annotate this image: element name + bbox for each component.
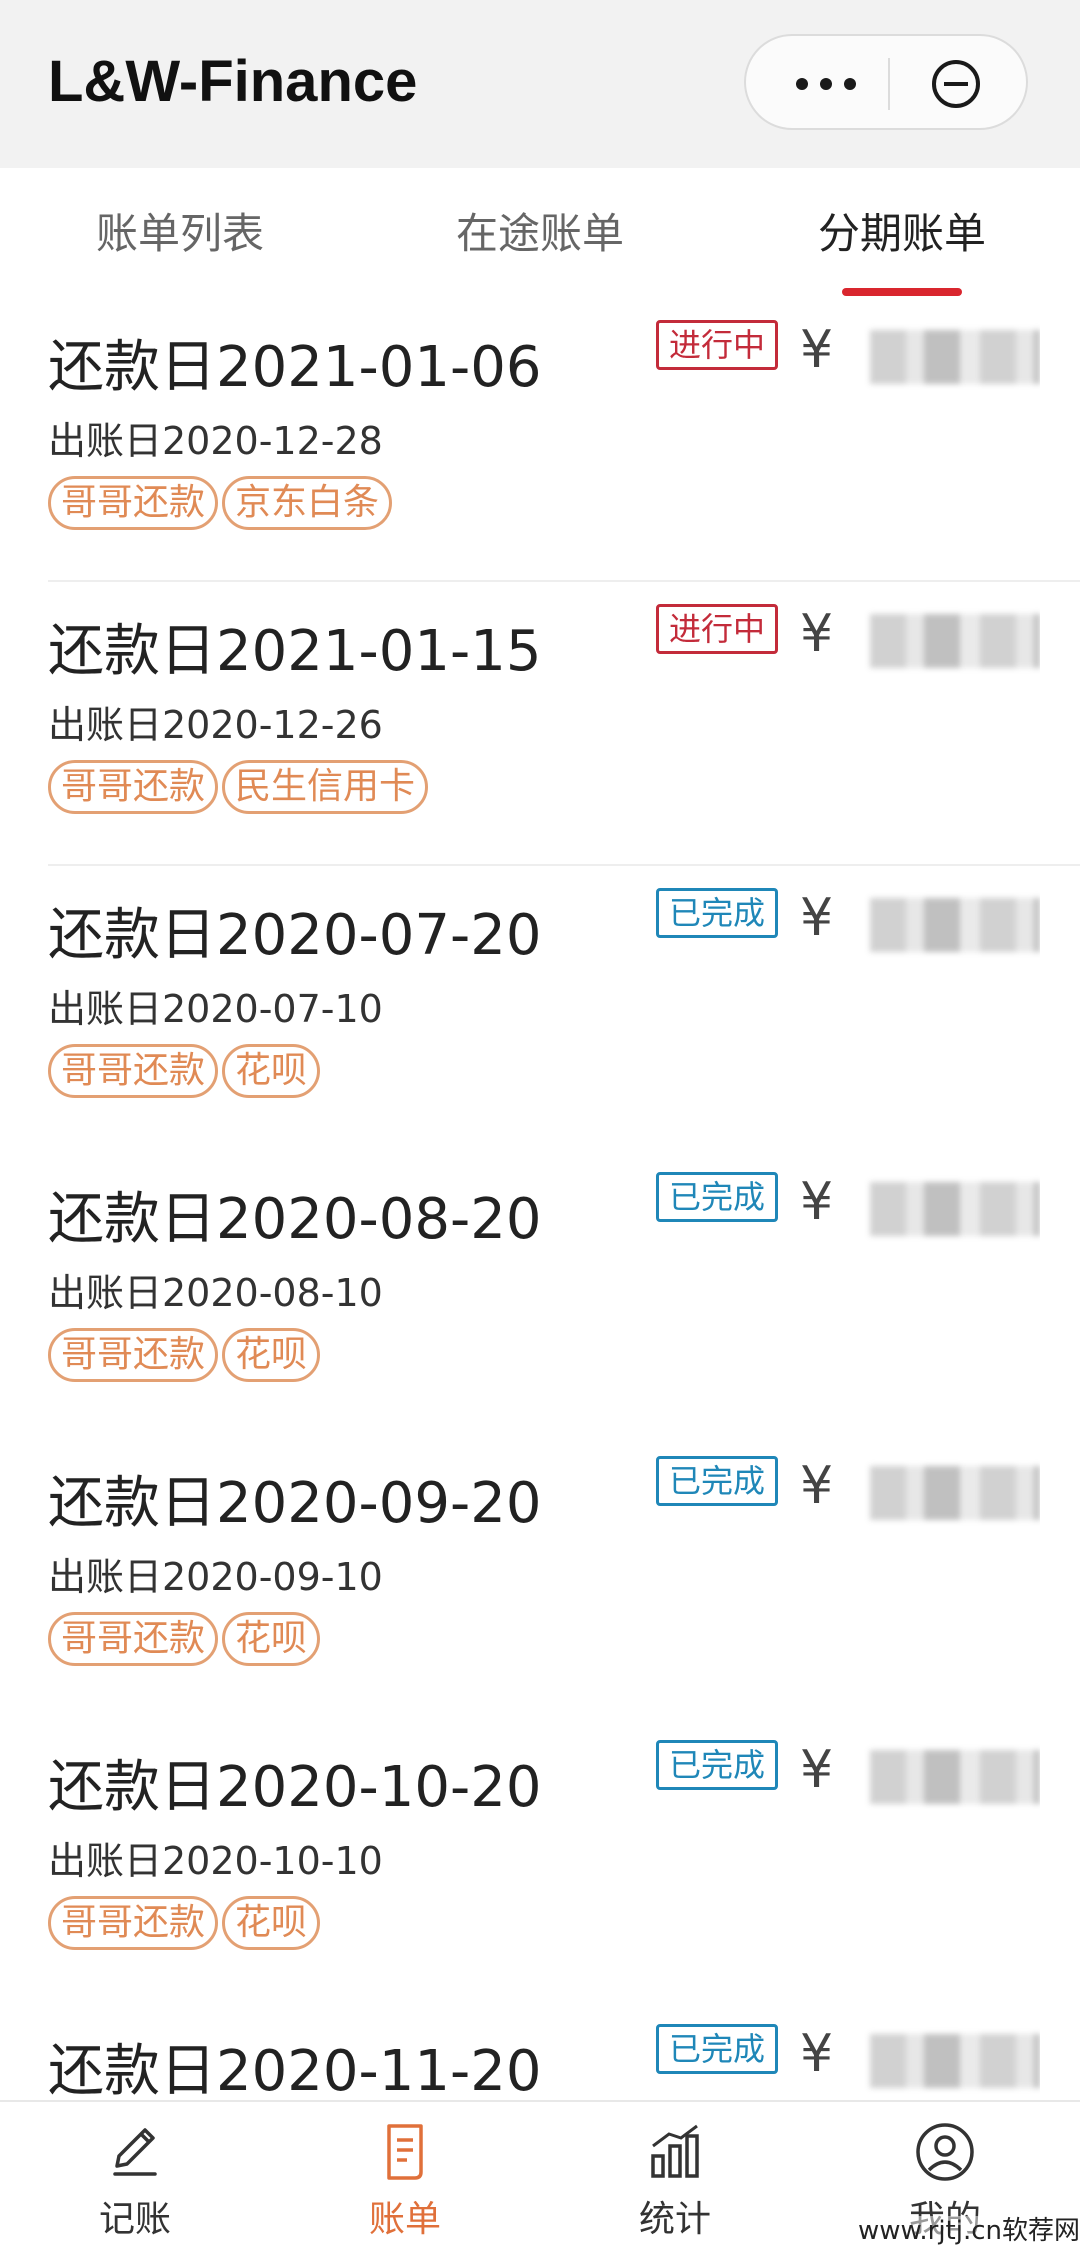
amount-blurred: ¥ xyxy=(800,1172,1040,1242)
bill-tags: 哥哥还款 民生信用卡 xyxy=(48,760,429,814)
status-badge: 已完成 xyxy=(656,2024,779,2074)
bill-tags: 哥哥还款 花呗 xyxy=(48,1328,321,1382)
more-options-icon[interactable] xyxy=(786,66,866,102)
amount-blurred: ¥ xyxy=(800,2024,1040,2094)
tag-account: 花呗 xyxy=(222,1612,321,1666)
status-badge: 已完成 xyxy=(656,1456,779,1506)
tag-account: 花呗 xyxy=(222,1896,321,1950)
statement-date: 出账日2020-10-10 xyxy=(48,1839,383,1883)
redacted-amount xyxy=(870,1182,1040,1236)
bar-chart-icon xyxy=(651,2124,699,2178)
repayment-date: 还款日2020-09-20 xyxy=(48,1471,542,1536)
status-badge: 进行中 xyxy=(656,604,779,654)
tag-payer: 哥哥还款 xyxy=(48,1612,219,1666)
tag-payer: 哥哥还款 xyxy=(48,1328,219,1382)
currency-symbol: ¥ xyxy=(800,604,834,664)
tab-bar: 账单列表 在途账单 分期账单 xyxy=(0,168,1080,298)
redacted-amount xyxy=(870,614,1040,668)
bill-tags: 哥哥还款 京东白条 xyxy=(48,476,393,530)
nav-bills[interactable]: 账单 xyxy=(270,2102,540,2249)
statement-date: 出账日2020-08-10 xyxy=(48,1271,383,1315)
top-bar: L&W-Finance xyxy=(0,0,1080,168)
nav-label: 统计 xyxy=(638,2199,711,2240)
bill-item[interactable]: 还款日2020-10-20 出账日2020-10-10 哥哥还款 花呗 已完成 … xyxy=(0,1718,1080,2002)
statement-date: 出账日2020-12-26 xyxy=(48,703,383,747)
pen-icon xyxy=(113,2128,157,2176)
bill-item[interactable]: 还款日2020-09-20 出账日2020-09-10 哥哥还款 花呗 已完成 … xyxy=(0,1434,1080,1718)
currency-symbol: ¥ xyxy=(800,888,834,948)
tag-account: 花呗 xyxy=(222,1044,321,1098)
watermark: www.rjtj.cn软荐网 xyxy=(840,2216,1080,2247)
tag-account: 花呗 xyxy=(222,1328,321,1382)
currency-symbol: ¥ xyxy=(800,1456,834,1516)
tag-payer: 哥哥还款 xyxy=(48,760,219,814)
repayment-date: 还款日2021-01-06 xyxy=(48,335,542,400)
bill-tags: 哥哥还款 花呗 xyxy=(48,1612,321,1666)
tab-bill-list[interactable]: 账单列表 xyxy=(60,200,300,260)
nav-label: 账单 xyxy=(368,2199,441,2240)
status-badge: 进行中 xyxy=(656,320,779,370)
redacted-amount xyxy=(870,898,1040,952)
tag-account: 民生信用卡 xyxy=(222,760,429,814)
capsule-divider xyxy=(888,58,890,110)
repayment-date: 还款日2020-11-20 xyxy=(48,2039,542,2100)
repayment-date: 还款日2020-07-20 xyxy=(48,903,542,968)
amount-blurred: ¥ xyxy=(800,1456,1040,1526)
redacted-amount xyxy=(870,1750,1040,1804)
bill-tags: 哥哥还款 花呗 xyxy=(48,1896,321,1950)
tab-in-transit-bills[interactable]: 在途账单 xyxy=(420,200,660,260)
nav-statistics[interactable]: 统计 xyxy=(540,2102,810,2249)
redacted-amount xyxy=(870,2034,1040,2088)
redacted-amount xyxy=(870,1466,1040,1520)
bill-item[interactable]: 还款日2020-11-20 已完成 ¥ xyxy=(0,2002,1080,2100)
tab-installment-bills[interactable]: 分期账单 xyxy=(782,200,1022,260)
bill-tags: 哥哥还款 花呗 xyxy=(48,1044,321,1098)
amount-blurred: ¥ xyxy=(800,1740,1040,1810)
bill-item[interactable]: 还款日2021-01-15 出账日2020-12-26 哥哥还款 民生信用卡 进… xyxy=(0,582,1080,866)
currency-symbol: ¥ xyxy=(800,1172,834,1232)
bill-item[interactable]: 还款日2020-08-20 出账日2020-08-10 哥哥还款 花呗 已完成 … xyxy=(0,1150,1080,1434)
bill-item[interactable]: 还款日2020-07-20 出账日2020-07-10 哥哥还款 花呗 已完成 … xyxy=(0,866,1080,1150)
app-title: L&W-Finance xyxy=(48,49,418,114)
nav-label: 记账 xyxy=(98,2199,171,2240)
tag-payer: 哥哥还款 xyxy=(48,1044,219,1098)
status-badge: 已完成 xyxy=(656,1740,779,1790)
redacted-amount xyxy=(870,330,1040,384)
currency-symbol: ¥ xyxy=(800,320,834,380)
amount-blurred: ¥ xyxy=(800,320,1040,390)
status-badge: 已完成 xyxy=(656,1172,779,1222)
close-mini-program-icon[interactable] xyxy=(930,58,982,110)
tag-payer: 哥哥还款 xyxy=(48,476,219,530)
currency-symbol: ¥ xyxy=(800,1740,834,1800)
active-tab-indicator xyxy=(842,288,962,296)
status-badge: 已完成 xyxy=(656,888,779,938)
mini-program-capsule xyxy=(744,34,1028,130)
bill-item[interactable]: 还款日2021-01-06 出账日2020-12-28 哥哥还款 京东白条 进行… xyxy=(0,298,1080,582)
tag-payer: 哥哥还款 xyxy=(48,1896,219,1950)
statement-date: 出账日2020-09-10 xyxy=(48,1555,383,1599)
repayment-date: 还款日2021-01-15 xyxy=(48,619,542,684)
bill-document-icon xyxy=(387,2124,423,2180)
repayment-date: 还款日2020-10-20 xyxy=(48,1755,542,1820)
statement-date: 出账日2020-12-28 xyxy=(48,419,383,463)
currency-symbol: ¥ xyxy=(800,2024,834,2084)
amount-blurred: ¥ xyxy=(800,888,1040,958)
nav-bookkeeping[interactable]: 记账 xyxy=(0,2102,270,2249)
statement-date: 出账日2020-07-10 xyxy=(48,987,383,1031)
amount-blurred: ¥ xyxy=(800,604,1040,674)
repayment-date: 还款日2020-08-20 xyxy=(48,1187,542,1252)
tag-account: 京东白条 xyxy=(222,476,393,530)
user-profile-icon xyxy=(916,2123,974,2181)
